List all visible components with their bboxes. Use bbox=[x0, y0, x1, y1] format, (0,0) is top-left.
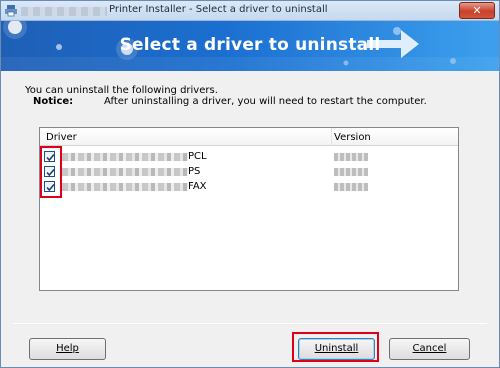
blurred-driver-name bbox=[62, 168, 188, 176]
window-title: Printer Installer - Select a driver to u… bbox=[109, 4, 328, 15]
footer-separator bbox=[13, 323, 487, 324]
cancel-button-label: Cancel bbox=[412, 343, 447, 354]
driver-type-label: PS bbox=[188, 166, 201, 177]
blurred-version bbox=[334, 168, 368, 176]
column-divider[interactable] bbox=[331, 128, 332, 146]
help-button[interactable]: Help bbox=[29, 338, 106, 360]
title-bar[interactable]: Printer Installer - Select a driver to u… bbox=[1, 1, 499, 21]
blurred-title-prefix bbox=[21, 7, 107, 16]
notice-text: After uninstalling a driver, you will ne… bbox=[104, 96, 427, 107]
driver-list[interactable]: Driver Version PCL PS FAX bbox=[39, 127, 459, 291]
printer-installer-window: Printer Installer - Select a driver to u… bbox=[0, 0, 500, 368]
driver-row-pcl[interactable]: PCL bbox=[40, 150, 458, 164]
close-button[interactable]: ✕ bbox=[459, 2, 495, 19]
notice-label: Notice: bbox=[33, 96, 74, 107]
uninstall-highlight-box bbox=[292, 332, 379, 362]
blurred-version bbox=[334, 183, 368, 191]
banner-title: Select a driver to uninstall bbox=[119, 35, 381, 55]
column-header-version[interactable]: Version bbox=[334, 132, 371, 143]
printer-app-icon bbox=[5, 5, 17, 17]
header-banner: Select a driver to uninstall bbox=[1, 21, 499, 71]
column-header-driver[interactable]: Driver bbox=[46, 132, 77, 143]
driver-row-fax[interactable]: FAX bbox=[40, 180, 458, 194]
blurred-driver-name bbox=[62, 153, 188, 161]
blurred-driver-name bbox=[62, 183, 188, 191]
driver-row-ps[interactable]: PS bbox=[40, 165, 458, 179]
blurred-version bbox=[334, 153, 368, 161]
intro-text: You can uninstall the following drivers. bbox=[25, 85, 218, 96]
list-header: Driver Version bbox=[40, 128, 458, 146]
checkbox-highlight-box bbox=[40, 146, 62, 198]
cancel-button[interactable]: Cancel bbox=[389, 338, 470, 360]
driver-type-label: PCL bbox=[188, 151, 207, 162]
driver-type-label: FAX bbox=[188, 181, 207, 192]
help-button-label: Help bbox=[56, 343, 79, 354]
